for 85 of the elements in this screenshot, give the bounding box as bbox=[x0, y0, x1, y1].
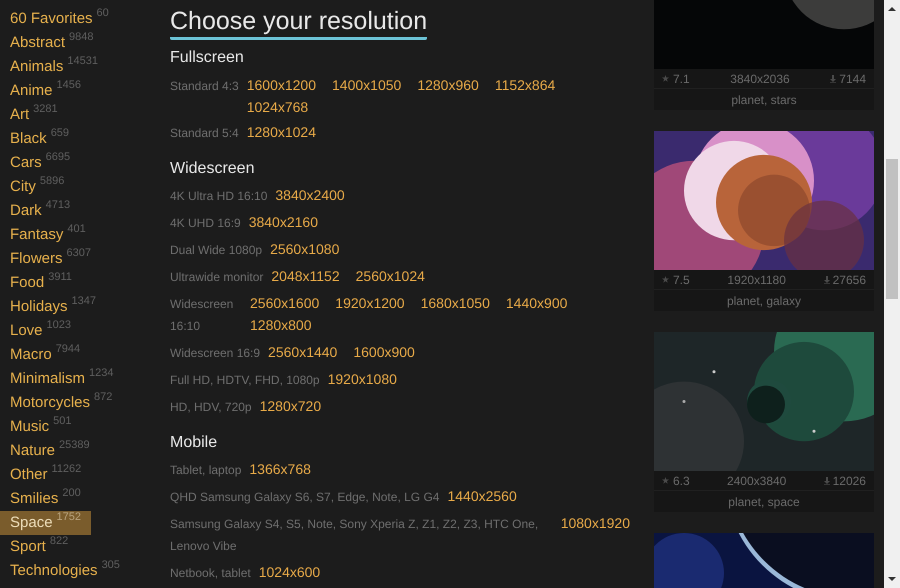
rating: 7.5 bbox=[673, 272, 690, 288]
category-link[interactable]: Motorcycles 872 bbox=[0, 391, 122, 415]
category-link[interactable]: Cars 6695 bbox=[0, 151, 80, 175]
category-link[interactable]: 60 Favorites 60 bbox=[0, 7, 119, 31]
category-link[interactable]: Food 3911 bbox=[0, 271, 82, 295]
resolution-link[interactable]: 1280x1024 bbox=[246, 122, 316, 142]
section-title: Fullscreen bbox=[170, 48, 245, 68]
resolution-label: Standard 5:4 bbox=[170, 125, 239, 142]
category-link[interactable]: Space 1752 bbox=[0, 511, 92, 535]
rating: 6.3 bbox=[673, 472, 690, 490]
resolution-label: 4K UHD 16:9 bbox=[170, 215, 241, 232]
category-link[interactable]: Smilies 200 bbox=[0, 487, 91, 511]
category-link[interactable]: Nature 25389 bbox=[0, 439, 100, 463]
resolution-link[interactable]: 1400x1050 bbox=[332, 75, 402, 95]
category-link[interactable]: Black 659 bbox=[0, 127, 80, 151]
scrollbar-thumb[interactable] bbox=[886, 159, 898, 299]
category-link[interactable]: Macro 7944 bbox=[0, 343, 90, 367]
category-link[interactable]: Technologies 305 bbox=[0, 559, 130, 583]
category-link[interactable]: Fantasy 401 bbox=[0, 223, 96, 247]
resolution-link[interactable]: 1920x1080 bbox=[328, 369, 397, 389]
category-link[interactable]: Other 11262 bbox=[0, 463, 92, 487]
resolution-link[interactable]: 2560x1080 bbox=[270, 239, 340, 259]
star-icon bbox=[662, 75, 669, 82]
resolution-link[interactable]: 1440x900 bbox=[506, 293, 568, 313]
resolution-label: Widescreen 16:10 bbox=[170, 296, 234, 335]
resolution-link[interactable]: 1280x720 bbox=[260, 396, 322, 416]
resolution-label: Full HD, HDTV, FHD, 1080p bbox=[170, 372, 320, 389]
category-link[interactable]: Animals 14531 bbox=[0, 55, 108, 79]
category-link[interactable]: City 5896 bbox=[0, 175, 74, 199]
resolution-link[interactable]: 3840x2400 bbox=[275, 185, 345, 205]
download-icon bbox=[830, 74, 836, 82]
resolution-link[interactable]: 1280x800 bbox=[250, 315, 312, 335]
category-link[interactable]: Sport 822 bbox=[0, 535, 78, 559]
resolution-link[interactable]: 1680x1050 bbox=[420, 293, 490, 313]
scrollbar[interactable] bbox=[884, 0, 900, 588]
category-link[interactable]: Anime 1456 bbox=[0, 79, 92, 103]
resolution-link[interactable]: 2048x1152 bbox=[271, 266, 340, 286]
download-count: 27656 bbox=[832, 272, 866, 288]
rating: 7.1 bbox=[673, 70, 690, 88]
category-link[interactable]: Flowers 6307 bbox=[0, 247, 101, 271]
resolution-link[interactable]: 1024x600 bbox=[258, 562, 320, 582]
resolution-link[interactable]: 1440x2560 bbox=[447, 486, 517, 506]
resolution-link[interactable]: 3840x2160 bbox=[248, 212, 318, 232]
scroll-up-icon[interactable] bbox=[887, 4, 897, 14]
download-icon bbox=[824, 476, 830, 484]
category-link[interactable]: Abstract 9848 bbox=[0, 31, 104, 55]
download-count: 7144 bbox=[839, 70, 866, 88]
resolution-link[interactable]: 1280x960 bbox=[417, 75, 479, 95]
resolution-label: HD, HDV, 720p bbox=[170, 399, 252, 416]
resolution-link[interactable]: 1600x900 bbox=[353, 342, 415, 362]
resolution-label: Dual Wide 1080p bbox=[170, 242, 262, 259]
resolution-label: Widescreen 16:9 bbox=[170, 345, 260, 362]
resolution-label: 4K Ultra HD 16:10 bbox=[170, 188, 268, 205]
category-link[interactable]: Music 501 bbox=[0, 415, 82, 439]
resolution-label: QHD Samsung Galaxy S6, S7, Edge, Note, LG G4 bbox=[170, 489, 440, 506]
download-count: 12026 bbox=[832, 472, 866, 490]
resolution-link[interactable]: 2560x1600 bbox=[250, 293, 320, 313]
section-title: Mobile bbox=[170, 433, 218, 453]
resolution-link[interactable]: 2560x1024 bbox=[356, 266, 425, 286]
category-link[interactable]: Minimalism 1234 bbox=[0, 367, 124, 391]
page-title: Choose your resolution bbox=[170, 6, 428, 40]
star-icon bbox=[662, 276, 669, 283]
category-link[interactable]: Love 1023 bbox=[0, 319, 82, 343]
resolution-link[interactable]: 1152x864 bbox=[494, 75, 556, 95]
category-link[interactable]: Dark 4713 bbox=[0, 199, 80, 223]
wallpaper-resolution: 1920x1180 bbox=[727, 272, 786, 288]
resolution-label: Standard 4:3 bbox=[170, 78, 239, 95]
wallpaper-resolution: 2400x3840 bbox=[726, 472, 786, 490]
category-link[interactable]: Holidays 1347 bbox=[0, 295, 106, 319]
resolution-label: Samsung Galaxy S4, S5, Note, Sony Xperia Z, Z1, Z2, Z3, HTC One, Lenovo Vibe bbox=[170, 516, 540, 555]
resolution-label: Ultrawide monitor bbox=[170, 269, 264, 286]
download-icon bbox=[824, 276, 830, 284]
resolution-link[interactable]: 1024x768 bbox=[246, 97, 308, 117]
wallpaper-resolution: 3840x2036 bbox=[730, 70, 790, 88]
resolution-link[interactable]: 1366x768 bbox=[249, 459, 311, 479]
resolution-link[interactable]: 1080x1920 bbox=[560, 513, 630, 533]
scroll-down-icon[interactable] bbox=[887, 574, 897, 584]
star-icon bbox=[662, 477, 669, 484]
resolution-label: Tablet, laptop bbox=[170, 462, 242, 479]
section-title: Widescreen bbox=[170, 159, 256, 179]
category-link[interactable]: Art 3281 bbox=[0, 103, 68, 127]
resolution-link[interactable]: 1920x1200 bbox=[335, 293, 405, 313]
resolution-link[interactable]: 2560x1440 bbox=[268, 342, 338, 362]
resolution-label: Netbook, tablet bbox=[170, 565, 251, 582]
resolution-link[interactable]: 1600x1200 bbox=[246, 75, 316, 95]
